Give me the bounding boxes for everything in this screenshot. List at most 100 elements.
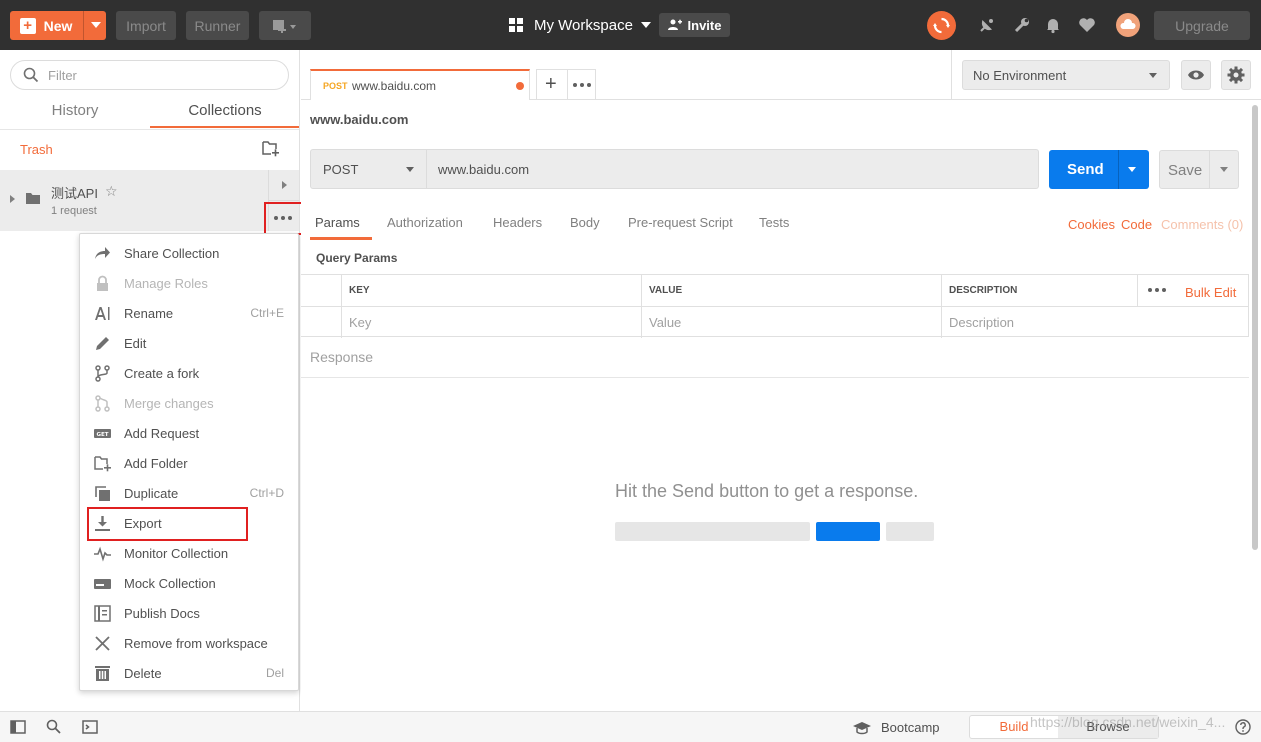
send-button[interactable]: Send xyxy=(1049,150,1149,189)
environment-label: No Environment xyxy=(973,67,1067,83)
menu-item-label: Mock Collection xyxy=(124,576,216,591)
environment-settings-button[interactable] xyxy=(1221,60,1251,90)
new-button[interactable]: + New xyxy=(10,11,106,40)
code-link[interactable]: Code xyxy=(1121,217,1152,232)
add-folder-icon xyxy=(94,456,111,472)
url-input[interactable] xyxy=(428,150,1038,188)
active-tab-indicator xyxy=(150,126,299,128)
trash-link[interactable]: Trash xyxy=(20,142,53,157)
chevron-down-icon[interactable] xyxy=(1220,167,1228,172)
menu-item-label: Publish Docs xyxy=(124,606,200,621)
duplicate-icon xyxy=(95,486,110,501)
bulk-edit-link[interactable]: Bulk Edit xyxy=(1185,285,1236,300)
menu-item-shortcut: Ctrl+E xyxy=(250,306,284,320)
upgrade-button[interactable]: Upgrade xyxy=(1154,11,1250,40)
caret-right-icon[interactable] xyxy=(10,195,15,203)
save-button[interactable]: Save xyxy=(1159,150,1239,189)
placeholder-bar xyxy=(615,522,810,541)
params-options-icon[interactable] xyxy=(1148,288,1166,292)
sidebar-toggle-icon[interactable] xyxy=(10,719,26,735)
invite-label: Invite xyxy=(687,17,722,33)
request-tab[interactable]: POST www.baidu.com xyxy=(310,69,530,100)
bootcamp-button[interactable]: Bootcamp xyxy=(853,720,940,735)
description-input[interactable]: Description xyxy=(941,307,1249,338)
eye-icon xyxy=(1188,70,1204,80)
send-label: Send xyxy=(1067,161,1104,178)
placeholder-bar xyxy=(886,522,934,541)
bootcamp-label: Bootcamp xyxy=(881,720,940,735)
new-collection-icon[interactable] xyxy=(262,141,280,157)
tab-history[interactable]: History xyxy=(0,102,150,128)
environment-select[interactable]: No Environment xyxy=(962,60,1170,90)
comments-link[interactable]: Comments (0) xyxy=(1161,217,1243,232)
params-table: KEY VALUE DESCRIPTION Key Value Descript… xyxy=(301,274,1249,338)
filter-input[interactable]: Filter xyxy=(10,60,289,90)
menu-item-duplicate[interactable]: Duplicate Ctrl+D xyxy=(80,478,298,508)
menu-item-remove-from-workspace[interactable]: Remove from workspace xyxy=(80,628,298,658)
scrollbar-thumb[interactable] xyxy=(1252,105,1258,550)
rename-icon xyxy=(95,307,110,320)
tab-pre-request-script[interactable]: Pre-request Script xyxy=(628,215,733,230)
value-input[interactable]: Value xyxy=(641,307,941,338)
avatar[interactable] xyxy=(1116,13,1140,37)
environment-quick-look-button[interactable] xyxy=(1181,60,1211,90)
menu-item-delete[interactable]: Delete Del xyxy=(80,658,298,688)
runner-button[interactable]: Runner xyxy=(186,11,249,40)
console-icon[interactable] xyxy=(82,719,98,735)
menu-item-label: Edit xyxy=(124,336,147,351)
invite-button[interactable]: Invite xyxy=(659,13,730,37)
expand-arrow-icon[interactable] xyxy=(282,181,287,189)
menu-item-mock-collection[interactable]: Mock Collection xyxy=(80,568,298,598)
collection-row[interactable]: 测试API ☆ 1 request xyxy=(0,170,299,231)
divider xyxy=(1118,150,1119,189)
tab-collections[interactable]: Collections xyxy=(150,102,300,128)
divider xyxy=(268,200,299,201)
bell-icon[interactable] xyxy=(1044,16,1062,34)
wrench-icon[interactable] xyxy=(1013,16,1031,34)
new-window-button[interactable] xyxy=(259,11,311,40)
menu-item-monitor-collection[interactable]: Monitor Collection xyxy=(80,538,298,568)
satellite-icon[interactable] xyxy=(978,16,996,34)
tab-tests[interactable]: Tests xyxy=(759,215,789,230)
star-icon[interactable]: ☆ xyxy=(105,183,118,200)
help-icon[interactable] xyxy=(1235,719,1251,735)
server-icon xyxy=(94,579,111,589)
menu-item-add-request[interactable]: GET Add Request xyxy=(80,418,298,448)
workspace-switcher[interactable]: My Workspace xyxy=(509,14,651,36)
add-tab-icon[interactable]: + xyxy=(545,73,557,96)
menu-item-create-fork[interactable]: Create a fork xyxy=(80,358,298,388)
method-select[interactable]: POST xyxy=(311,150,427,188)
key-input[interactable]: Key xyxy=(341,307,641,338)
merge-icon xyxy=(95,395,110,412)
menu-item-label: Manage Roles xyxy=(124,276,208,291)
find-icon[interactable] xyxy=(46,719,62,735)
menu-item-share-collection[interactable]: Share Collection xyxy=(80,238,298,268)
menu-item-label: Monitor Collection xyxy=(124,546,229,561)
menu-item-edit[interactable]: Edit xyxy=(80,328,298,358)
import-button[interactable]: Import xyxy=(116,11,176,40)
method-label: POST xyxy=(323,161,359,177)
add-user-icon xyxy=(667,19,682,30)
tab-params[interactable]: Params xyxy=(315,215,360,230)
response-header xyxy=(301,338,1249,378)
request-tab-url: www.baidu.com xyxy=(352,79,437,93)
cookies-link[interactable]: Cookies xyxy=(1068,217,1115,232)
tab-authorization[interactable]: Authorization xyxy=(387,215,463,230)
search-icon xyxy=(23,67,39,83)
divider xyxy=(567,70,568,100)
chevron-down-icon[interactable] xyxy=(1128,167,1136,172)
sync-button[interactable] xyxy=(927,11,956,40)
tab-body[interactable]: Body xyxy=(570,215,600,230)
sync-icon xyxy=(933,17,950,34)
menu-item-publish-docs[interactable]: Publish Docs xyxy=(80,598,298,628)
heart-icon[interactable] xyxy=(1078,16,1096,34)
tab-headers[interactable]: Headers xyxy=(493,215,542,230)
menu-item-manage-roles: Manage Roles xyxy=(80,268,298,298)
highlight-box xyxy=(87,507,248,541)
folder-icon xyxy=(26,193,40,204)
tab-options-icon[interactable] xyxy=(573,83,591,87)
menu-item-add-folder[interactable]: Add Folder xyxy=(80,448,298,478)
chevron-down-icon[interactable] xyxy=(91,22,101,28)
graduation-cap-icon xyxy=(853,721,871,734)
menu-item-rename[interactable]: Rename Ctrl+E xyxy=(80,298,298,328)
